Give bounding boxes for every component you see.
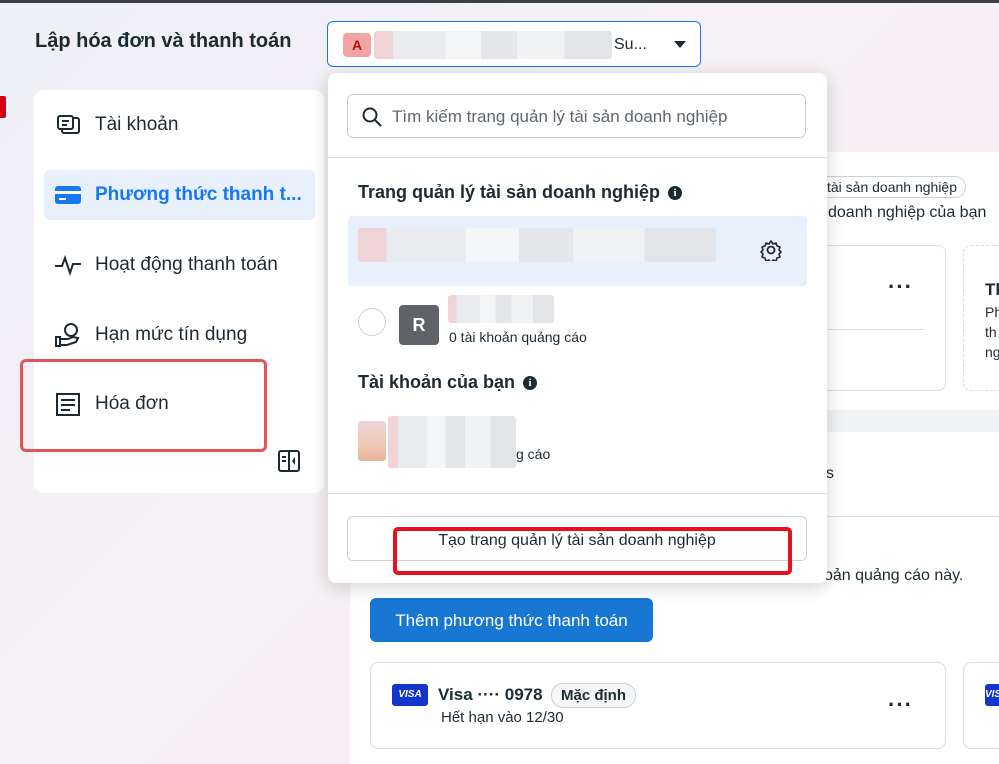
sidebar-item-label: Tài khoản (95, 114, 179, 135)
collapse-sidebar-icon[interactable] (278, 450, 300, 472)
right-card-line: th (985, 324, 997, 340)
business-section-title: Trang quản lý tài sản doanh nghiệp i (358, 182, 683, 203)
tab-fragment[interactable]: s (826, 465, 834, 483)
divider (328, 493, 827, 494)
section-title-text: Tài khoản của bạn (358, 372, 516, 392)
account-avatar: A (343, 33, 371, 57)
right-card-line: Ph (985, 304, 999, 320)
account-subtitle: g cáo (516, 446, 551, 462)
business-line: doanh nghiệp của bạn (828, 204, 987, 221)
sidebar-item-payment-methods[interactable]: Phương thức thanh t... (44, 170, 315, 220)
activity-pulse-icon (55, 255, 81, 277)
sidebar-item-credit-limit[interactable]: Hạn mức tín dụng (44, 310, 315, 360)
sidebar-item-label: Hạn mức tín dụng (95, 324, 248, 345)
sidebar-item-label: Hoạt động thanh toán (95, 254, 278, 275)
account-name-suffix: Su... (614, 36, 647, 53)
section-title-text: Trang quản lý tài sản doanh nghiệp (358, 182, 661, 202)
card-divider (828, 329, 924, 330)
search-input[interactable] (390, 103, 794, 131)
visa-icon: VISA (392, 684, 428, 706)
your-accounts-title: Tài khoản của bạn i (358, 372, 538, 393)
right-card-line: ng (985, 344, 999, 360)
payment-expiry: Hết hạn vào 12/30 (441, 709, 564, 726)
top-border (0, 0, 999, 3)
credit-limit-icon (55, 323, 80, 347)
divider (328, 157, 827, 158)
visa-icon: VISA (985, 684, 999, 706)
info-icon[interactable]: i (668, 186, 683, 200)
highlight-invoices (20, 359, 267, 452)
sidebar-item-accounts[interactable]: Tài khoản (44, 100, 315, 150)
default-badge: Mặc định (551, 683, 637, 708)
blurred-business-name (448, 295, 554, 323)
credit-card-icon (55, 186, 81, 204)
blurred-account-name (374, 31, 612, 59)
search-box (347, 94, 806, 138)
payment-method-card (370, 662, 946, 749)
right-card-title: Th (985, 280, 999, 299)
more-options-icon[interactable]: ··· (888, 274, 913, 300)
account-selector[interactable]: A Su... (327, 21, 701, 67)
notice-text: oản quảng cáo này. (824, 567, 964, 584)
accounts-icon (57, 115, 80, 134)
payment-method-label: Visa ···· 0978 (438, 685, 543, 704)
business-item-selected[interactable] (348, 216, 807, 286)
sidebar-item-label: Phương thức thanh t... (95, 184, 302, 205)
business-manager-dropdown: Trang quản lý tài sản doanh nghiệp i R 0 … (328, 73, 827, 583)
blurred-account-name (388, 416, 516, 468)
left-edge-indicator (0, 96, 6, 118)
chevron-down-icon (674, 41, 686, 48)
page-title: Lập hóa đơn và thanh toán (35, 30, 292, 52)
sidebar-item-payment-activity[interactable]: Hoạt động thanh toán (44, 240, 315, 290)
highlight-create-button (393, 527, 792, 575)
info-icon[interactable]: i (523, 376, 538, 390)
gear-icon[interactable] (760, 239, 782, 261)
blurred-business-name (358, 228, 716, 262)
add-payment-method-button[interactable]: Thêm phương thức thanh toán (370, 598, 653, 642)
ad-account-count: 0 tài khoản quảng cáo (449, 329, 587, 345)
business-chip: tài sản doanh nghiệp (818, 176, 966, 198)
business-radio[interactable] (358, 308, 386, 336)
more-options-icon[interactable]: ··· (888, 692, 913, 718)
blurred-account-avatar (358, 421, 386, 461)
search-icon (362, 107, 382, 127)
business-avatar: R (399, 305, 439, 345)
